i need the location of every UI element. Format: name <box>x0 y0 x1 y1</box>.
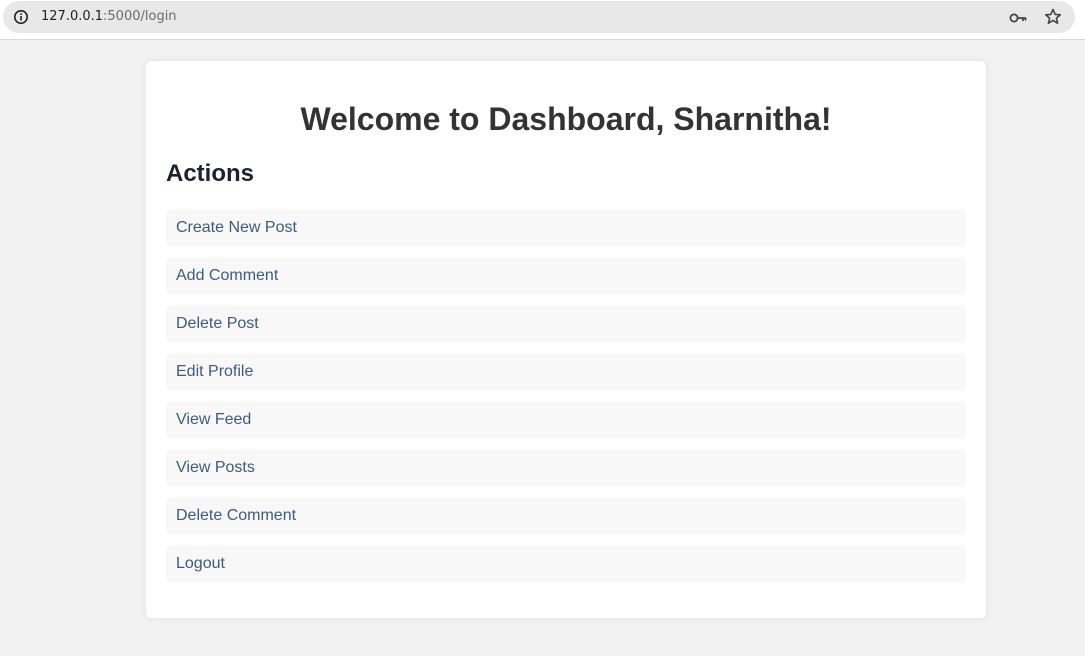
create-new-post-link[interactable]: Create New Post <box>176 219 297 237</box>
view-feed-link[interactable]: View Feed <box>176 411 251 429</box>
action-item-edit-profile[interactable]: Edit Profile <box>166 353 966 391</box>
edit-profile-link[interactable]: Edit Profile <box>176 363 253 381</box>
dashboard-card: Welcome to Dashboard, Sharnitha! Actions… <box>146 61 986 618</box>
action-item-delete-comment[interactable]: Delete Comment <box>166 497 966 535</box>
action-item-add-comment[interactable]: Add Comment <box>166 257 966 295</box>
add-comment-link[interactable]: Add Comment <box>176 267 278 285</box>
actions-heading: Actions <box>166 160 255 187</box>
browser-toolbar: 127.0.0.1:5000/login <box>0 0 1085 40</box>
star-icon[interactable] <box>1043 7 1063 27</box>
action-item-view-posts[interactable]: View Posts <box>166 449 966 487</box>
info-icon[interactable] <box>13 9 29 25</box>
delete-comment-link[interactable]: Delete Comment <box>176 507 296 525</box>
action-item-delete-post[interactable]: Delete Post <box>166 305 966 343</box>
address-bar[interactable]: 127.0.0.1:5000/login <box>3 1 1075 33</box>
action-item-view-feed[interactable]: View Feed <box>166 401 966 439</box>
action-item-logout[interactable]: Logout <box>166 545 966 583</box>
url-path: :5000/login <box>103 9 177 24</box>
logout-link[interactable]: Logout <box>176 555 225 573</box>
key-icon[interactable] <box>1008 8 1028 28</box>
url-text[interactable]: 127.0.0.1:5000/login <box>41 9 177 25</box>
view-posts-link[interactable]: View Posts <box>176 459 255 477</box>
actions-list: Create New Post Add Comment Delete Post … <box>166 209 966 593</box>
delete-post-link[interactable]: Delete Post <box>176 315 259 333</box>
page-title: Welcome to Dashboard, Sharnitha! <box>300 101 832 137</box>
action-item-create-new-post[interactable]: Create New Post <box>166 209 966 247</box>
url-host: 127.0.0.1 <box>41 9 104 24</box>
